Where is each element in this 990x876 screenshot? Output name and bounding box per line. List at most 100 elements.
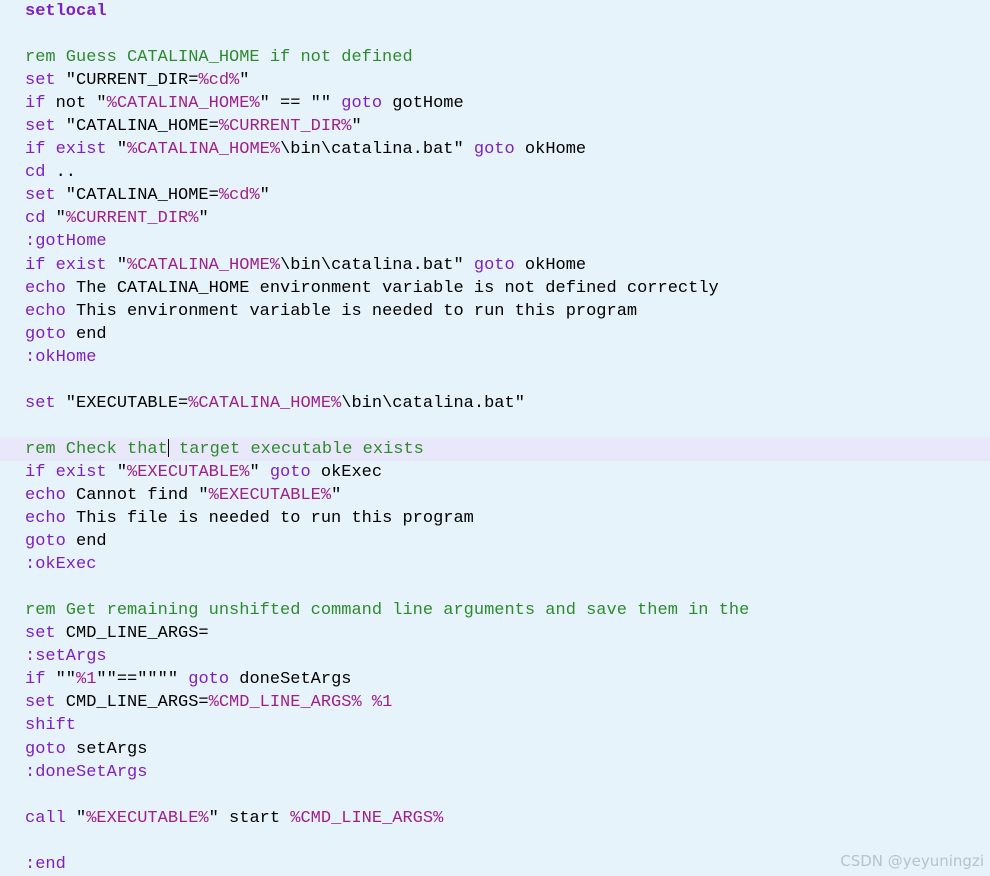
code-token: This file is needed to run this program	[65, 509, 474, 529]
code-line[interactable]	[0, 576, 990, 599]
code-line[interactable]: cd ..	[0, 161, 990, 184]
code-token: exist	[55, 140, 107, 160]
code-token: \bin\catalina.bat"	[341, 393, 525, 413]
code-token: shift	[25, 716, 77, 736]
code-line[interactable]: set CMD_LINE_ARGS=%CMD_LINE_ARGS% %1	[0, 691, 990, 714]
code-token: %1	[76, 670, 97, 690]
code-line[interactable]	[0, 784, 990, 807]
code-token: \bin\catalina.bat"	[280, 255, 474, 275]
code-token: "	[239, 71, 250, 91]
code-line[interactable]: set "CATALINA_HOME=%cd%"	[0, 184, 990, 207]
code-token: %cd%	[198, 71, 240, 91]
code-token: goto	[473, 140, 515, 160]
code-token: doneSetArgs	[229, 670, 352, 690]
code-token: "	[106, 255, 128, 275]
code-line[interactable]: if exist "%CATALINA_HOME%\bin\catalina.b…	[0, 254, 990, 277]
code-line[interactable]: rem Guess CATALINA_HOME if not defined	[0, 46, 990, 69]
code-line[interactable]: if exist "%CATALINA_HOME%\bin\catalina.b…	[0, 138, 990, 161]
code-line[interactable]: if ""%1""=="""" goto doneSetArgs	[0, 668, 990, 691]
code-lines[interactable]: setlocal rem Guess CATALINA_HOME if not d…	[0, 0, 990, 876]
code-line[interactable]: goto end	[0, 323, 990, 346]
code-token: goto	[473, 255, 515, 275]
code-token: ..	[45, 163, 77, 183]
code-token: "CURRENT_DIR=	[55, 71, 199, 91]
code-token: :setArgs	[25, 647, 107, 667]
code-token: okHome	[514, 140, 587, 160]
code-line[interactable]: :okExec	[0, 553, 990, 576]
code-token: ""==""""	[96, 670, 189, 690]
code-token: set	[25, 71, 56, 91]
code-token: %CURRENT_DIR%	[65, 209, 199, 229]
code-line[interactable]: echo The CATALINA_HOME environment varia…	[0, 277, 990, 300]
code-line[interactable]: cd "%CURRENT_DIR%"	[0, 207, 990, 230]
code-line[interactable]: goto setArgs	[0, 738, 990, 761]
code-line[interactable]: setlocal	[0, 0, 990, 23]
code-line[interactable]: echo Cannot find "%EXECUTABLE%"	[0, 484, 990, 507]
code-token: cd	[25, 209, 46, 229]
code-token: :doneSetArgs	[25, 762, 148, 782]
code-line[interactable]: call "%EXECUTABLE%" start %CMD_LINE_ARGS…	[0, 807, 990, 830]
code-token: echo	[25, 485, 66, 505]
code-line[interactable]: set "CURRENT_DIR=%cd%"	[0, 69, 990, 92]
code-token: %CATALINA_HOME%	[127, 255, 281, 275]
code-token: echo	[25, 509, 66, 529]
code-token: "	[259, 186, 270, 206]
code-line[interactable]	[0, 369, 990, 392]
code-token: rem Get remaining unshifted command line…	[25, 601, 750, 621]
code-token: "	[198, 209, 209, 229]
code-line[interactable]: :setArgs	[0, 645, 990, 668]
code-line[interactable]: shift	[0, 714, 990, 737]
code-token: \bin\catalina.bat"	[280, 140, 474, 160]
code-token: goto	[269, 462, 311, 482]
code-line[interactable]: if exist "%EXECUTABLE%" goto okExec	[0, 461, 990, 484]
code-line[interactable]: set CMD_LINE_ARGS=	[0, 622, 990, 645]
code-token: end	[65, 324, 107, 344]
code-token: %EXECUTABLE%	[86, 808, 209, 828]
code-line[interactable]	[0, 23, 990, 46]
code-line[interactable]: :gotHome	[0, 230, 990, 253]
code-line[interactable]: echo This environment variable is needed…	[0, 300, 990, 323]
code-token: %CMD_LINE_ARGS% %1	[208, 693, 393, 713]
code-line[interactable]: rem Get remaining unshifted command line…	[0, 599, 990, 622]
code-token: not "	[45, 94, 107, 114]
code-token: Cannot find "	[65, 485, 209, 505]
code-token: end	[65, 532, 107, 552]
code-token: goto	[188, 670, 230, 690]
code-token: %EXECUTABLE%	[208, 485, 332, 505]
code-editor[interactable]: setlocal rem Guess CATALINA_HOME if not d…	[0, 0, 990, 876]
code-token: set	[25, 117, 56, 137]
code-line[interactable]: echo This file is needed to run this pro…	[0, 507, 990, 530]
code-token: "	[351, 117, 362, 137]
code-line[interactable]: goto end	[0, 530, 990, 553]
code-token: echo	[25, 278, 66, 298]
code-token: target executable exists	[168, 439, 424, 459]
code-token: gotHome	[382, 94, 464, 114]
code-token: cd	[25, 163, 46, 183]
code-line[interactable]: :okHome	[0, 346, 990, 369]
code-line[interactable]	[0, 830, 990, 853]
code-line[interactable]: rem Check that target executable exists	[0, 437, 990, 461]
code-token: goto	[25, 739, 66, 759]
code-token: "	[106, 462, 128, 482]
code-token: call	[25, 808, 66, 828]
code-token: set	[25, 186, 56, 206]
code-line[interactable]: set "EXECUTABLE=%CATALINA_HOME%\bin\cata…	[0, 392, 990, 415]
code-token: This environment variable is needed to r…	[65, 301, 638, 321]
code-token: :okHome	[25, 347, 97, 367]
code-token: goto	[25, 532, 66, 552]
code-token: exist	[55, 255, 107, 275]
code-token: if	[25, 94, 46, 114]
code-token: :end	[25, 854, 66, 874]
code-token: CMD_LINE_ARGS=	[55, 624, 209, 644]
code-line[interactable]: :doneSetArgs	[0, 761, 990, 784]
code-line[interactable]: set "CATALINA_HOME=%CURRENT_DIR%"	[0, 115, 990, 138]
code-line[interactable]: if not "%CATALINA_HOME%" == "" goto gotH…	[0, 92, 990, 115]
code-token: " start	[208, 808, 291, 828]
code-line[interactable]	[0, 415, 990, 438]
code-token: "	[331, 485, 342, 505]
code-token: %CATALINA_HOME%	[127, 140, 281, 160]
code-token: set	[25, 693, 56, 713]
code-token: "CATALINA_HOME=	[55, 186, 219, 206]
